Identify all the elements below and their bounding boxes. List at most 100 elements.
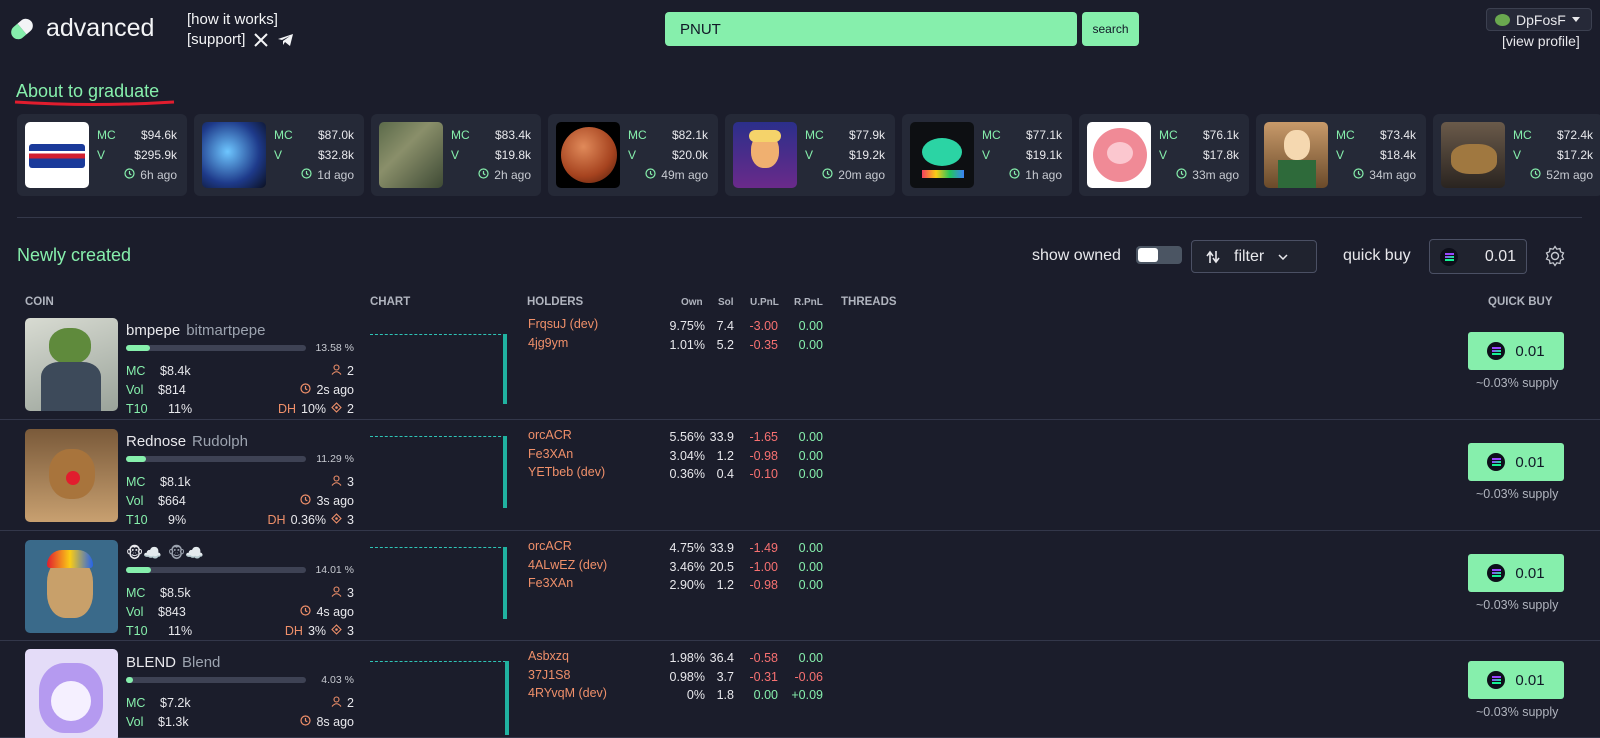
t10-label: T10 bbox=[126, 402, 148, 416]
holder-address[interactable]: FrqsuJ (dev) bbox=[528, 317, 598, 331]
mc-label: MC bbox=[274, 128, 293, 142]
market-cap: $8.1k bbox=[160, 475, 191, 489]
graduate-card[interactable]: MC $73.4k V $18.4k 34m ago bbox=[1256, 114, 1426, 196]
bonding-progress-bar bbox=[126, 677, 306, 683]
view-profile-link[interactable]: [view profile] bbox=[1502, 33, 1580, 49]
quick-buy-button[interactable]: 0.01 bbox=[1468, 554, 1564, 592]
volume: $814 bbox=[158, 383, 186, 397]
dev-count: 3 bbox=[347, 624, 354, 638]
graduate-card[interactable]: MC $77.1k V $19.1k 1h ago bbox=[902, 114, 1072, 196]
clock-icon bbox=[300, 715, 312, 729]
market-cap: $94.6k bbox=[140, 128, 177, 142]
age: 1h ago bbox=[1025, 168, 1062, 182]
sort-arrows-icon bbox=[1206, 250, 1220, 263]
solana-icon bbox=[1487, 453, 1506, 471]
holder-rpnl: 0.00 bbox=[798, 651, 823, 665]
coin-ticker: Blend bbox=[182, 654, 221, 671]
holder-count: 3 bbox=[347, 586, 354, 600]
coin-image[interactable] bbox=[25, 429, 118, 522]
mc-label: MC bbox=[451, 128, 470, 142]
mc-label: MC bbox=[97, 128, 116, 142]
holder-rpnl: -0.06 bbox=[794, 669, 824, 684]
person-icon bbox=[331, 586, 342, 600]
holder-sol: 0.4 bbox=[716, 467, 734, 481]
volume-label: V bbox=[451, 148, 460, 162]
market-cap: $8.4k bbox=[160, 364, 191, 378]
table-row[interactable]: 🐵☁️ 🐵☁️ 14.01 % MC $8.5k Vol $843 T10 11%… bbox=[0, 531, 1600, 641]
top10-holding: 11% bbox=[168, 402, 193, 416]
holder-address[interactable]: YETbeb (dev) bbox=[528, 465, 605, 479]
table-row[interactable]: Rednose Rudolph 11.29 % MC $8.1k Vol $664… bbox=[0, 420, 1600, 531]
graduate-card[interactable]: MC $72.4k V $17.2k 52m ago bbox=[1433, 114, 1600, 196]
show-owned-toggle[interactable] bbox=[1136, 246, 1182, 264]
coin-ticker: bitmartpepe bbox=[186, 322, 266, 339]
coin-image[interactable] bbox=[25, 318, 118, 411]
graduate-card[interactable]: MC $76.1k V $17.8k 33m ago bbox=[1079, 114, 1249, 196]
search-input[interactable]: PNUT bbox=[665, 12, 1077, 46]
table-row[interactable]: BLEND Blend 4.03 % MC $7.2k Vol $1.3k 2 8… bbox=[0, 641, 1600, 738]
x-twitter-icon[interactable] bbox=[254, 33, 269, 47]
username: DpFosF bbox=[1516, 11, 1566, 28]
holder-address[interactable]: orcACR bbox=[528, 539, 572, 553]
solana-icon bbox=[1487, 564, 1506, 582]
graduate-card[interactable]: MC $77.9k V $19.2k 20m ago bbox=[725, 114, 895, 196]
coin-image[interactable] bbox=[25, 540, 118, 633]
dh-label: DH bbox=[277, 402, 297, 416]
quick-buy-amount-input[interactable]: 0.01 bbox=[1429, 239, 1527, 274]
holder-address[interactable]: 37J1S8 bbox=[528, 668, 570, 682]
mc-label: MC bbox=[126, 364, 146, 378]
holder-address[interactable]: 4jg9ym bbox=[528, 336, 568, 350]
quick-buy-amount: 0.01 bbox=[1484, 247, 1516, 265]
filter-button[interactable]: filter bbox=[1191, 240, 1317, 273]
column-own: Own bbox=[681, 297, 703, 308]
graduate-card[interactable]: MC $83.4k V $19.8k 2h ago bbox=[371, 114, 541, 196]
coin-name: Rednose Rudolph bbox=[126, 433, 248, 450]
market-cap: $87.0k bbox=[317, 128, 354, 142]
vol-label: Vol bbox=[126, 383, 144, 397]
user-menu[interactable]: DpFosF bbox=[1486, 8, 1592, 31]
holder-address[interactable]: 4RYvqM (dev) bbox=[528, 686, 607, 700]
graduate-card[interactable]: MC $82.1k V $20.0k 49m ago bbox=[548, 114, 718, 196]
holder-address[interactable]: orcACR bbox=[528, 428, 572, 442]
volume: $19.1k bbox=[1025, 148, 1062, 162]
holder-sol: 33.9 bbox=[709, 541, 734, 555]
holder-address[interactable]: Fe3XAn bbox=[528, 447, 573, 461]
brand-logo[interactable]: advanced bbox=[8, 14, 154, 43]
volume: $295.9k bbox=[134, 148, 177, 162]
column-sol: Sol bbox=[718, 297, 734, 308]
mc-label: MC bbox=[126, 586, 146, 600]
holder-upnl: -3.00 bbox=[749, 319, 779, 333]
coin-image[interactable] bbox=[25, 649, 118, 738]
holder-upnl: -0.58 bbox=[749, 651, 779, 665]
graduate-card[interactable]: MC $87.0k V $32.8k 1d ago bbox=[194, 114, 364, 196]
quick-buy-amount: 0.01 bbox=[1515, 671, 1545, 689]
holder-rpnl: 0.00 bbox=[798, 337, 823, 352]
how-it-works-link[interactable]: [how it works] bbox=[187, 10, 294, 30]
graduate-card[interactable]: MC $94.6k V $295.9k 6h ago bbox=[17, 114, 187, 196]
table-row[interactable]: bmpepe bitmartpepe 13.58 % MC $8.4k Vol $… bbox=[0, 309, 1600, 420]
gear-icon[interactable] bbox=[1544, 245, 1566, 267]
dev-holding: 0.36% bbox=[290, 513, 327, 527]
holder-sol: 5.2 bbox=[716, 337, 734, 352]
coin-image bbox=[1264, 122, 1328, 188]
quick-buy-button[interactable]: 0.01 bbox=[1468, 443, 1564, 481]
holder-upnl: -0.31 bbox=[749, 669, 779, 684]
top10-holding: 9% bbox=[168, 513, 187, 527]
holder-address[interactable]: Asbxzq bbox=[528, 649, 569, 663]
market-cap: $77.1k bbox=[1025, 128, 1062, 142]
mc-label: MC bbox=[1336, 128, 1355, 142]
quick-buy-label: quick buy bbox=[1343, 247, 1411, 264]
volume: $1.3k bbox=[158, 715, 189, 729]
support-link[interactable]: [support] bbox=[187, 30, 245, 50]
holder-address[interactable]: Fe3XAn bbox=[528, 576, 573, 590]
quick-buy-button[interactable]: 0.01 bbox=[1468, 661, 1564, 699]
holder-own: 9.75% bbox=[669, 319, 705, 333]
holder-address[interactable]: 4ALwEZ (dev) bbox=[528, 558, 607, 572]
title-underline bbox=[14, 100, 175, 106]
telegram-icon[interactable] bbox=[277, 33, 294, 47]
search-button[interactable]: search bbox=[1082, 12, 1139, 46]
holder-rpnl: 0.00 bbox=[798, 467, 823, 481]
quick-buy-button[interactable]: 0.01 bbox=[1468, 332, 1564, 370]
coin-ticker: Rudolph bbox=[192, 433, 248, 450]
supply-percent: ~0.03% supply bbox=[1476, 705, 1559, 719]
